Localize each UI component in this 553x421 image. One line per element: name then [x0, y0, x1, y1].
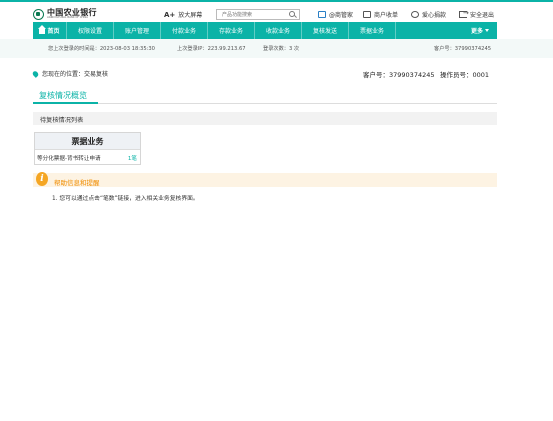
- logout-button[interactable]: 安全退出: [459, 9, 494, 19]
- login-info-bar: 您上次登录的时间是：2023-08-03 18:35:30 上次登录IP：223…: [0, 39, 553, 58]
- header-link-label: @商管家: [329, 11, 354, 19]
- main-nav: 首页 权限设置 账户管理 付款业务 存款业务 收款业务 复核发送 票据业务 更多: [33, 22, 497, 39]
- bill-business-card: 票据业务 等分化票据-背书转让申请 1笔: [34, 132, 141, 165]
- breadcrumb: 您现在的位置： 交易复核: [31, 69, 109, 78]
- header-link-donate[interactable]: 爱心捐款: [411, 9, 446, 19]
- nav-item-collections[interactable]: 收款业务: [255, 22, 302, 39]
- breadcrumb-label: 您现在的位置：: [42, 71, 85, 78]
- last-login-ip: 上次登录IP：223.99.213.67: [177, 46, 246, 52]
- last-login-time: 您上次登录的时间是：2023-08-03 18:35:30: [48, 46, 155, 52]
- font-size-icon: A+: [164, 10, 176, 19]
- nav-item-deposits[interactable]: 存款业务: [208, 22, 255, 39]
- nav-home-label: 首页: [47, 28, 60, 35]
- enlarge-screen-button[interactable]: A+ 放大屏幕: [164, 10, 203, 20]
- help-title: 帮助信息和提醒: [54, 179, 100, 187]
- bank-logo[interactable]: 中国农业银行 AGRICULTURAL BANK OF CHINA: [33, 7, 97, 21]
- inbox-icon: [318, 10, 326, 18]
- card-icon: [363, 10, 371, 18]
- section-title-underline: [33, 102, 98, 104]
- header-link-merchant[interactable]: 商户收单: [363, 9, 398, 19]
- login-count: 登录次数：3 次: [263, 46, 300, 52]
- pending-review-list-header: 待复核情况列表: [33, 112, 497, 125]
- nav-item-review-send[interactable]: 复核发送: [302, 22, 349, 39]
- abc-logo-icon: [33, 8, 44, 20]
- nav-more-menu[interactable]: 更多: [463, 22, 497, 39]
- help-tip-line: 1. 您可以通过点击“笔数”链接，进入相关业务复核界面。: [52, 196, 199, 202]
- card-title: 票据业务: [35, 133, 140, 150]
- breadcrumb-current: 交易复核: [84, 71, 109, 78]
- review-item-label: 等分化票据-背书转让申请: [37, 156, 101, 162]
- header-link-label: 安全退出: [470, 11, 495, 19]
- nav-item-payments[interactable]: 付款业务: [161, 22, 208, 39]
- bank-name-en: AGRICULTURAL BANK OF CHINA: [47, 16, 88, 20]
- nav-item-bills[interactable]: 票据业务: [349, 22, 396, 39]
- home-icon: [38, 25, 47, 34]
- nav-item-permissions[interactable]: 权限设置: [67, 22, 114, 39]
- header-link-label: 爱心捐款: [422, 11, 447, 19]
- login-customer-no: 客户号：37990374245: [434, 46, 492, 52]
- section-divider: [33, 103, 497, 104]
- location-pin-icon: [31, 69, 40, 78]
- operator-number: 操作员号：0001: [440, 71, 490, 79]
- pending-review-list-title: 待复核情况列表: [40, 117, 84, 124]
- nav-more-label: 更多: [470, 28, 483, 35]
- logo-text: 中国农业银行 AGRICULTURAL BANK OF CHINA: [47, 8, 97, 20]
- header: 中国农业银行 AGRICULTURAL BANK OF CHINA A+ 放大屏…: [0, 2, 553, 22]
- heart-icon: [411, 10, 419, 18]
- help-header-bar: [33, 173, 497, 187]
- search-input[interactable]: [216, 9, 300, 20]
- nav-home[interactable]: 首页: [33, 22, 67, 39]
- customer-number: 客户号：37990374245: [363, 71, 435, 79]
- list-item: 等分化票据-背书转让申请 1笔: [35, 150, 140, 165]
- exit-icon: [459, 9, 469, 18]
- review-count-link[interactable]: 1笔: [128, 154, 137, 162]
- header-link-label: 商户收单: [374, 11, 399, 19]
- header-link-ecommerce[interactable]: @商管家: [318, 9, 353, 19]
- page-title: 复核情况概览: [39, 91, 87, 100]
- nav-item-accounts[interactable]: 账户管理: [114, 22, 161, 39]
- enlarge-screen-label: 放大屏幕: [178, 12, 203, 19]
- bank-name-cn: 中国农业银行: [47, 7, 97, 18]
- info-icon: i: [36, 172, 48, 186]
- chevron-down-icon: [485, 29, 489, 32]
- search-icon[interactable]: [289, 11, 295, 17]
